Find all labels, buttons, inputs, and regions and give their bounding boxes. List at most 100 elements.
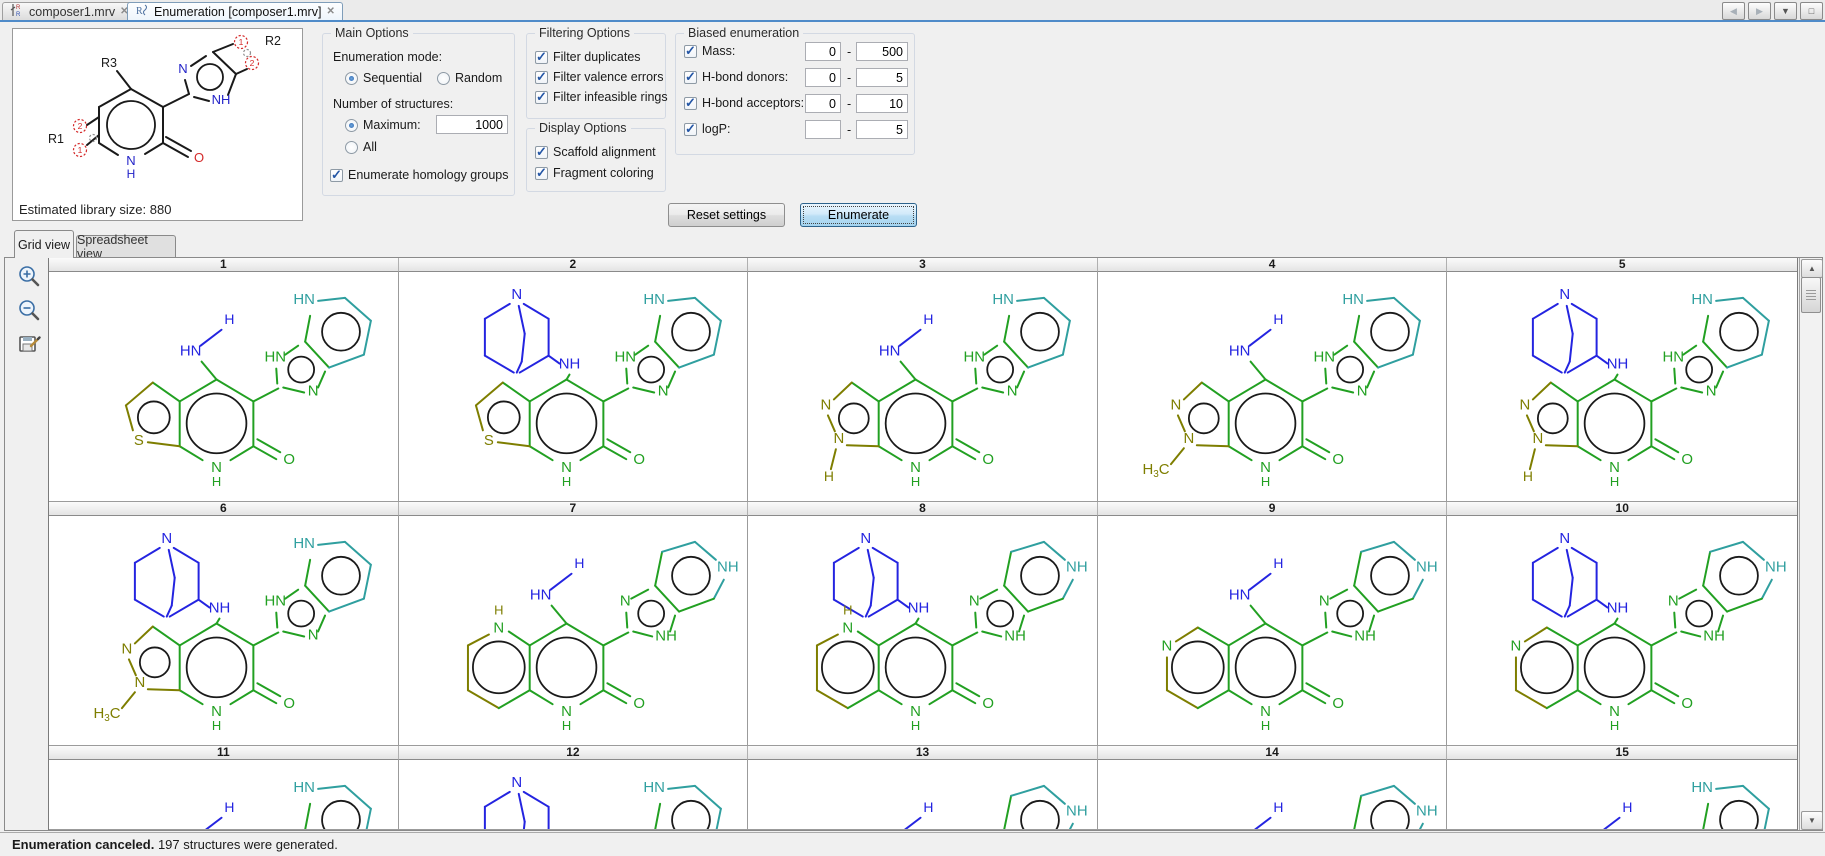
scaffold-alignment-checkbox[interactable] — [535, 146, 548, 159]
structure-cell-5[interactable]: NHONNHNNHHNNHN — [1447, 272, 1797, 502]
maximum-radio[interactable] — [345, 119, 358, 132]
structure-cell-15[interactable]: NHOHNHSHNNHN — [1447, 760, 1797, 830]
structure-cell-6[interactable]: NHONNHNNH3CHNNHN — [49, 516, 399, 746]
reset-settings-button[interactable]: Reset settings — [668, 203, 785, 227]
structure-cell-3[interactable]: NHOHNHNNHHNNHN — [748, 272, 1098, 502]
svg-text:HN: HN — [643, 779, 665, 796]
structure-cell-14[interactable]: NHOHNHNNNHNH — [1098, 760, 1448, 830]
mass-max-input[interactable] — [856, 42, 908, 61]
h-bond-donors-min-input[interactable] — [805, 68, 841, 87]
filter-valence-errors-checkbox[interactable] — [535, 71, 548, 84]
h-bond-donors-max-input[interactable] — [856, 68, 908, 87]
svg-text:NH: NH — [1765, 559, 1787, 576]
group-title: Filtering Options — [535, 26, 634, 40]
svg-text:H: H — [561, 718, 570, 733]
logp-min-input[interactable] — [805, 120, 841, 139]
logp-checkbox[interactable] — [684, 123, 697, 136]
spreadsheet-view-tab[interactable]: Spreadsheet view — [76, 235, 176, 258]
grid-view-tab[interactable]: Grid view — [14, 230, 74, 258]
svg-text:N: N — [1560, 530, 1571, 547]
random-radio[interactable] — [437, 72, 450, 85]
status-bold-text: Enumeration canceled. — [12, 837, 154, 852]
scrollbar-thumb[interactable] — [1801, 277, 1821, 313]
filter-duplicates-checkbox[interactable] — [535, 51, 548, 64]
zoom-out-button[interactable] — [15, 296, 43, 324]
save-results-button[interactable] — [15, 330, 43, 358]
svg-text:H: H — [127, 167, 136, 181]
svg-text:S: S — [483, 432, 493, 449]
structure-cell-7[interactable]: NHOHNHNHNNHNH — [399, 516, 749, 746]
structure-cell-10[interactable]: NHONNHNNNHNH — [1447, 516, 1797, 746]
molecule-structure: NHOHNHNNNHNH — [1098, 760, 1447, 830]
h-bond-acceptors-max-input[interactable] — [856, 94, 908, 113]
svg-text:H: H — [494, 603, 503, 618]
range-dash: - — [847, 71, 851, 85]
svg-text:O: O — [1332, 451, 1344, 468]
svg-text:N: N — [493, 619, 504, 636]
structure-cell-12[interactable]: NHONNHSHNNHN — [399, 760, 749, 830]
grid-column-header: 9 — [1098, 502, 1448, 516]
structure-cell-2[interactable]: NHONNHSHNNHN — [399, 272, 749, 502]
structure-cell-13[interactable]: NHOHNHNHNNHNH — [748, 760, 1098, 830]
svg-text:N: N — [511, 774, 522, 791]
svg-text:N: N — [1007, 382, 1018, 399]
grid-column-header: 4 — [1098, 258, 1448, 272]
molecule-structure: NHONNHNNH3CHNNHN — [49, 516, 398, 745]
tab-list-dropdown-button[interactable]: ▼ — [1774, 2, 1797, 20]
tab-enumeration[interactable]: R Enumeration [composer1.mrv] ✕ — [127, 2, 343, 20]
svg-text:H: H — [924, 799, 934, 815]
scaffold-structure: NHOR321R1NNH12R2 — [13, 29, 302, 195]
svg-text:HN: HN — [879, 343, 901, 360]
close-icon[interactable]: ✕ — [326, 7, 334, 17]
maximize-view-button[interactable]: □ — [1800, 2, 1823, 20]
scroll-down-arrow[interactable]: ▼ — [1801, 811, 1823, 830]
structure-cell-4[interactable]: NHOHNHNNH3CHNNHN — [1098, 272, 1448, 502]
grid-vertical-scrollbar[interactable]: ▲ ▼ — [1799, 258, 1822, 830]
structure-cell-8[interactable]: NHONNHNHNNHNH — [748, 516, 1098, 746]
svg-text:S: S — [134, 432, 144, 449]
structure-cell-1[interactable]: NHOHNHSHNNHN — [49, 272, 399, 502]
svg-text:O: O — [283, 695, 295, 712]
random-label: Random — [455, 71, 502, 85]
scroll-tabs-left-button[interactable]: ◀ — [1722, 2, 1745, 20]
svg-text:NH: NH — [212, 92, 231, 107]
h-bond-acceptors-min-input[interactable] — [805, 94, 841, 113]
h-bond-donors-label: H-bond donors: — [702, 70, 788, 84]
enumerate-button[interactable]: Enumerate — [800, 203, 917, 227]
svg-text:HN: HN — [964, 349, 986, 366]
svg-text:N: N — [1533, 430, 1544, 447]
grid-column-header: 6 — [49, 502, 399, 516]
scroll-up-arrow[interactable]: ▲ — [1801, 259, 1823, 278]
svg-text:NH: NH — [209, 600, 231, 617]
scroll-tabs-right-button[interactable]: ▶ — [1748, 2, 1771, 20]
grid-column-header: 11 — [49, 746, 399, 760]
svg-text:N: N — [511, 286, 522, 303]
all-radio[interactable] — [345, 141, 358, 154]
filter-infeasible-rings-checkbox[interactable] — [535, 91, 548, 104]
tab-composer[interactable]: RR composer1.mrv ✕ — [2, 2, 137, 20]
mass-checkbox[interactable] — [684, 45, 697, 58]
grid-column-header: 10 — [1447, 502, 1797, 516]
fragment-coloring-checkbox[interactable] — [535, 167, 548, 180]
enumerate-homology-groups-checkbox[interactable] — [330, 169, 343, 182]
document-tabbar: RR composer1.mrv ✕ R Enumeration [compos… — [0, 0, 1825, 20]
svg-text:HN: HN — [614, 349, 636, 366]
svg-text:N: N — [126, 153, 135, 168]
svg-text:H: H — [1261, 474, 1270, 489]
svg-text:H: H — [824, 468, 834, 484]
logp-max-input[interactable] — [856, 120, 908, 139]
svg-text:H3C: H3C — [1142, 461, 1169, 480]
sequential-radio[interactable] — [345, 72, 358, 85]
maximum-structures-input[interactable] — [436, 115, 508, 134]
structure-cell-11[interactable]: NHOHNHNNH3CHNNHN — [49, 760, 399, 830]
structure-cell-9[interactable]: NHOHNHNNNHNH — [1098, 516, 1448, 746]
mass-min-input[interactable] — [805, 42, 841, 61]
h-bond-acceptors-checkbox[interactable] — [684, 97, 697, 110]
grid-column-header: 8 — [748, 502, 1098, 516]
svg-text:H: H — [1623, 799, 1633, 815]
zoom-in-button[interactable] — [15, 262, 43, 290]
svg-text:H: H — [911, 474, 920, 489]
h-bond-donors-checkbox[interactable] — [684, 71, 697, 84]
svg-text:1: 1 — [78, 145, 83, 155]
application-window: RR composer1.mrv ✕ R Enumeration [compos… — [0, 0, 1825, 856]
